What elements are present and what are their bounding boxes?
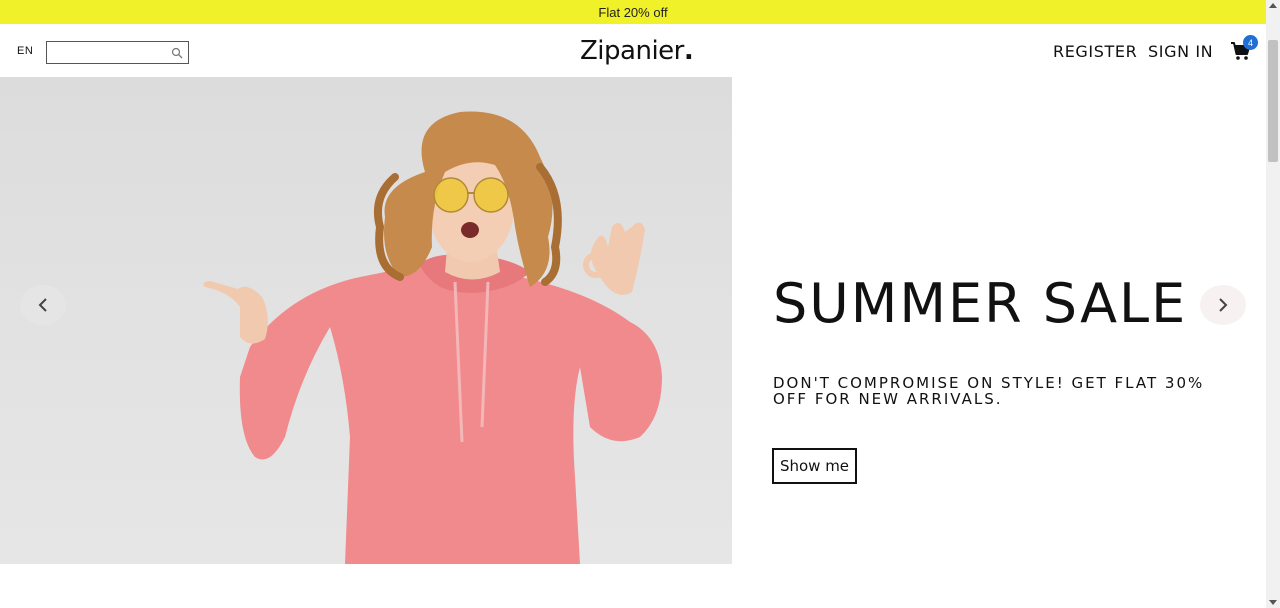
scroll-down-arrow-icon[interactable] xyxy=(1269,600,1277,605)
header: EN Zipanier. REGISTER SIGN IN 4 xyxy=(0,24,1266,77)
chevron-right-icon xyxy=(1219,298,1228,312)
scrollbar[interactable] xyxy=(1266,0,1280,608)
hero-image xyxy=(0,77,732,564)
search-icon[interactable] xyxy=(171,47,183,59)
search-box[interactable] xyxy=(46,41,189,64)
show-me-button[interactable]: Show me xyxy=(772,448,857,484)
carousel-next-button[interactable] xyxy=(1200,285,1246,325)
logo-text: Zipanier xyxy=(580,36,684,66)
hero-subtitle: DON'T COMPROMISE ON STYLE! GET FLAT 30% … xyxy=(773,374,1205,408)
sign-in-link[interactable]: SIGN IN xyxy=(1148,42,1213,61)
register-link[interactable]: REGISTER xyxy=(1053,42,1137,61)
cart-count-badge: 4 xyxy=(1243,35,1258,50)
announcement-text: Flat 20% off xyxy=(598,4,668,20)
scroll-up-arrow-icon[interactable] xyxy=(1269,3,1277,8)
scroll-thumb[interactable] xyxy=(1268,40,1278,162)
announcement-bar: Flat 20% off xyxy=(0,0,1266,24)
search-input[interactable] xyxy=(47,42,167,63)
hero-title: SUMMER SALE xyxy=(773,272,1188,335)
model-photo xyxy=(203,111,662,564)
logo-dot: . xyxy=(683,36,694,66)
chevron-left-icon xyxy=(38,298,47,312)
site-logo[interactable]: Zipanier. xyxy=(580,36,694,66)
carousel-prev-button[interactable] xyxy=(20,285,66,325)
language-selector[interactable]: EN xyxy=(17,45,33,57)
